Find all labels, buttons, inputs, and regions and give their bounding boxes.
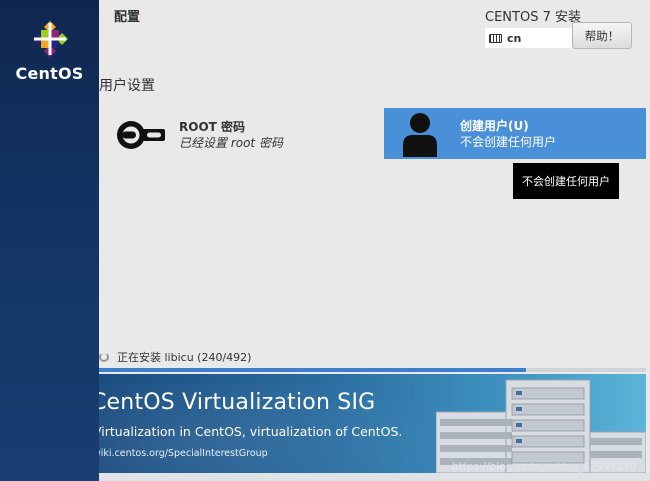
progress-bar <box>99 368 646 372</box>
user-spoke-text: 创建用户(U) 不会创建任何用户 <box>460 118 556 150</box>
section-title: 用户设置 <box>99 78 155 94</box>
centos-logo-icon <box>31 21 68 57</box>
watermark: https://blog.csdn.net/qq_42993230 <box>452 461 637 473</box>
spinner-icon <box>99 352 109 362</box>
logo-wordmark: CentOS <box>15 64 84 83</box>
progress-bar-fill <box>99 368 526 372</box>
banner-url: wiki.centos.org/SpecialInterestGroup <box>99 448 268 459</box>
install-title: CENTOS 7 安装 <box>485 10 581 25</box>
user-icon <box>400 111 440 157</box>
keyboard-layout-label: cn <box>507 31 522 45</box>
bottom-strip <box>99 473 650 481</box>
user-spoke-label: 创建用户(U) <box>460 118 529 133</box>
key-icon <box>115 117 167 153</box>
root-password-spoke[interactable]: ROOT 密码 已经设置 root 密码 <box>115 112 365 158</box>
progress-text: 正在安装 libicu (240/492) <box>117 351 252 364</box>
root-spoke-label: ROOT 密码 <box>179 120 246 134</box>
tooltip: 不会创建任何用户 <box>513 163 619 199</box>
server-rack-illustration <box>436 379 646 473</box>
keyboard-icon <box>489 33 502 43</box>
help-button[interactable]: 帮助！ <box>572 22 632 49</box>
banner-title: CentOS Virtualization SIG <box>99 390 376 415</box>
create-user-spoke[interactable]: 创建用户(U) 不会创建任何用户 <box>384 108 646 159</box>
keyboard-layout-indicator[interactable]: cn <box>485 28 575 48</box>
promo-banner: CentOS Virtualization SIG Virtualization… <box>99 374 646 473</box>
root-spoke-status: 已经设置 root 密码 <box>179 136 283 150</box>
root-spoke-text: ROOT 密码 已经设置 root 密码 <box>179 119 283 151</box>
install-progress-status: 正在安装 libicu (240/492) <box>99 349 251 365</box>
banner-subtitle: Virtualization in CentOS, virtualization… <box>99 424 403 439</box>
user-spoke-status: 不会创建任何用户 <box>460 134 557 149</box>
centos-logo: CentOS <box>0 20 99 83</box>
sidebar: CentOS <box>0 0 99 481</box>
page-title: 配置 <box>114 10 141 25</box>
